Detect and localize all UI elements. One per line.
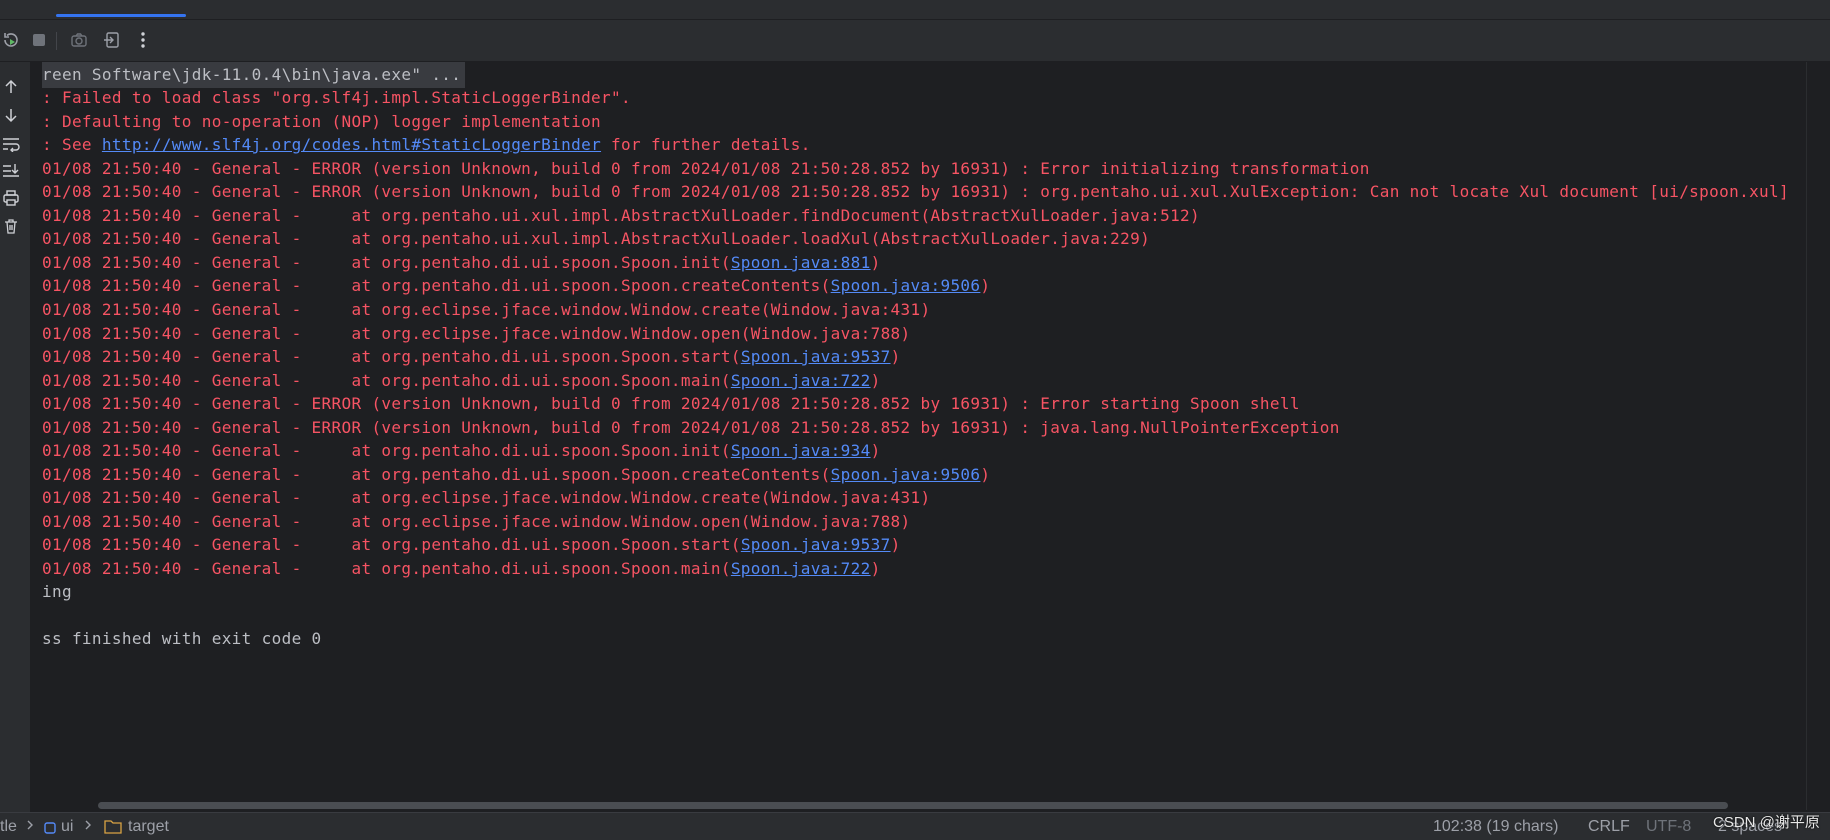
arrow-up-icon[interactable] bbox=[0, 76, 22, 98]
log-line: 01/08 21:50:40 - General - ERROR (versio… bbox=[42, 394, 1300, 413]
vertical-scrollbar[interactable] bbox=[1806, 62, 1830, 810]
slf4j-link[interactable]: http://www.slf4j.org/codes.html#StaticLo… bbox=[102, 135, 601, 154]
log-line: 01/08 21:50:40 - General - ERROR (versio… bbox=[42, 182, 1790, 201]
breadcrumb-item[interactable]: ui bbox=[61, 818, 73, 836]
status-bar: tle ui target 102:38 (19 chars) CRLF UTF… bbox=[0, 812, 1830, 840]
log-line: : See http://www.slf4j.org/codes.html#St… bbox=[42, 135, 811, 154]
log-line: 01/08 21:50:40 - General - at org.pentah… bbox=[42, 559, 881, 578]
log-line: 01/08 21:50:40 - General - at org.pentah… bbox=[42, 229, 1151, 248]
module-icon bbox=[44, 821, 56, 839]
exit-icon[interactable] bbox=[101, 29, 123, 51]
log-line: 01/08 21:50:40 - General - at org.eclips… bbox=[42, 300, 931, 319]
tool-window-tab-bar bbox=[0, 0, 1830, 20]
source-link[interactable]: Spoon.java:9506 bbox=[831, 276, 981, 295]
log-line: : Failed to load class "org.slf4j.impl.S… bbox=[42, 88, 631, 107]
horizontal-scrollbar-thumb[interactable] bbox=[98, 802, 1728, 809]
source-link[interactable]: Spoon.java:881 bbox=[731, 253, 871, 272]
breadcrumb-item[interactable]: target bbox=[128, 818, 169, 836]
log-line: 01/08 21:50:40 - General - at org.pentah… bbox=[42, 276, 991, 295]
chevron-right-icon bbox=[26, 818, 34, 836]
log-line: 01/08 21:50:40 - General - at org.pentah… bbox=[42, 535, 901, 554]
source-link[interactable]: Spoon.java:934 bbox=[731, 441, 871, 460]
watermark: CSDN @谢平原 bbox=[1713, 814, 1820, 831]
stop-icon[interactable] bbox=[28, 29, 50, 51]
print-icon[interactable] bbox=[0, 187, 22, 209]
breadcrumb-item[interactable]: tle bbox=[0, 818, 17, 836]
source-link[interactable]: Spoon.java:722 bbox=[731, 559, 871, 578]
camera-icon[interactable] bbox=[68, 29, 90, 51]
toolbar-separator bbox=[56, 32, 57, 50]
source-link[interactable]: Spoon.java:9537 bbox=[741, 347, 891, 366]
rerun-icon[interactable] bbox=[0, 29, 22, 51]
caret-position[interactable]: 102:38 (19 chars) bbox=[1433, 818, 1558, 836]
trash-icon[interactable] bbox=[0, 215, 22, 237]
more-vertical-icon[interactable] bbox=[132, 29, 154, 51]
soft-wrap-icon[interactable] bbox=[0, 133, 22, 155]
source-link[interactable]: Spoon.java:9537 bbox=[741, 535, 891, 554]
source-link[interactable]: Spoon.java:9506 bbox=[831, 465, 981, 484]
log-line: 01/08 21:50:40 - General - at org.pentah… bbox=[42, 441, 881, 460]
log-line: 01/08 21:50:40 - General - at org.eclips… bbox=[42, 488, 931, 507]
line-separator[interactable]: CRLF bbox=[1588, 818, 1630, 836]
exit-line: ss finished with exit code 0 bbox=[42, 629, 322, 648]
log-line: ing bbox=[42, 582, 72, 601]
horizontal-scrollbar[interactable] bbox=[30, 800, 1806, 810]
log-line: 01/08 21:50:40 - General - at org.pentah… bbox=[42, 347, 901, 366]
console-side-toolbar bbox=[0, 62, 30, 812]
folder-icon bbox=[104, 819, 122, 839]
console-output[interactable]: reen Software\jdk-11.0.4\bin\java.exe" .… bbox=[30, 62, 1806, 797]
active-tab-indicator bbox=[56, 14, 186, 17]
run-toolbar bbox=[0, 20, 1830, 62]
scroll-to-end-icon[interactable] bbox=[0, 160, 22, 182]
source-link[interactable]: Spoon.java:722 bbox=[731, 371, 871, 390]
chevron-right-icon bbox=[84, 818, 92, 836]
file-encoding[interactable]: UTF-8 bbox=[1646, 818, 1691, 836]
arrow-down-icon[interactable] bbox=[0, 104, 22, 126]
